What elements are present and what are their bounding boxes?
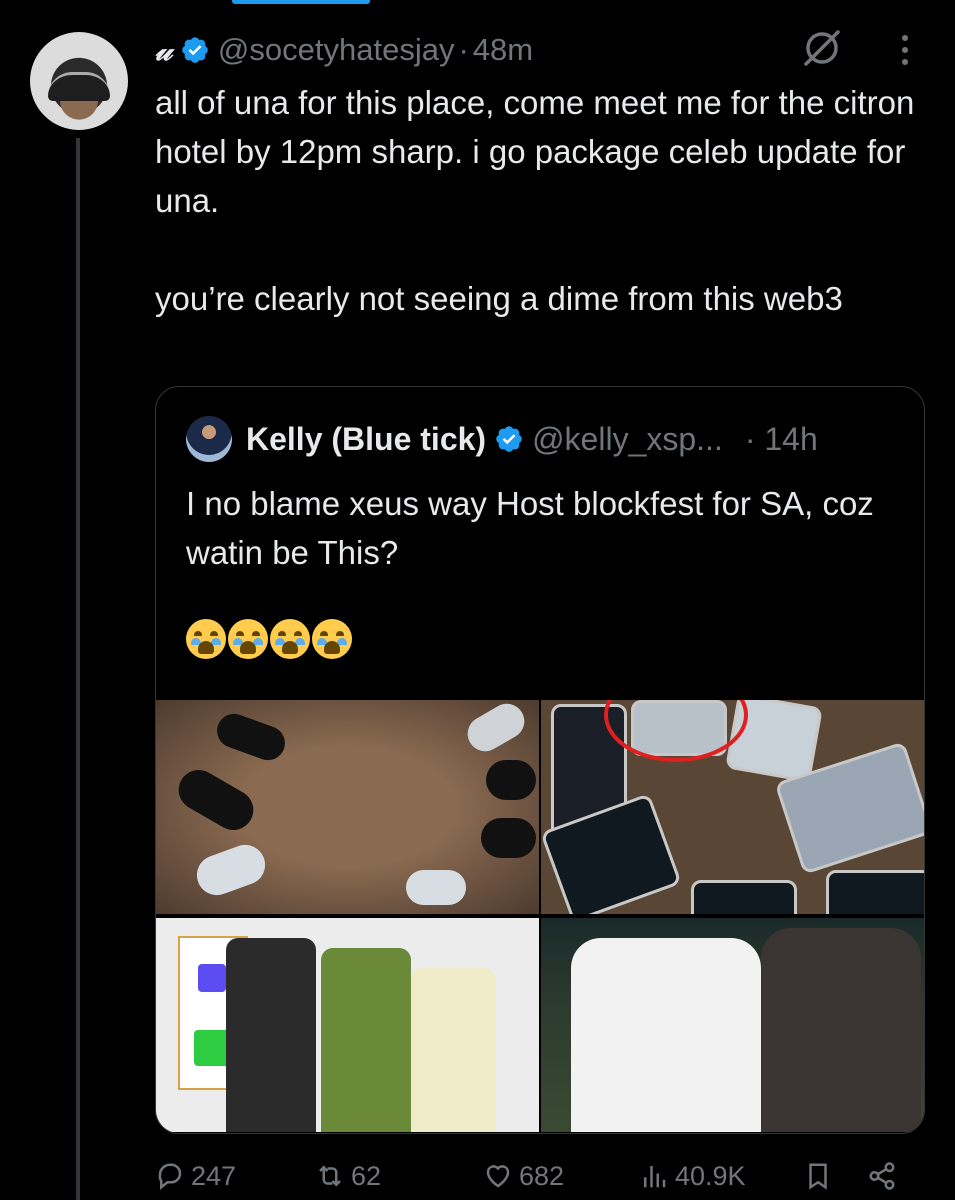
tweet-paragraph: you’re clearly not seeing a dime from th… (155, 280, 843, 317)
verified-badge-icon (496, 426, 522, 452)
share-button[interactable] (867, 1152, 903, 1200)
author-handle[interactable]: @socetyhatesjay (218, 32, 455, 68)
phone (691, 880, 797, 914)
view-count: 40.9K (675, 1160, 746, 1191)
quote-paragraph: I no blame xeus way Host blockfest for S… (186, 485, 874, 571)
active-tab-indicator (232, 0, 370, 4)
photo-three-men-sponsors[interactable] (156, 918, 539, 1132)
quote-time[interactable]: · 14h (745, 421, 818, 458)
verified-badge-icon (182, 37, 208, 63)
repost-button[interactable]: 62 (315, 1152, 381, 1200)
shoe (461, 700, 531, 758)
grok-icon[interactable] (800, 26, 844, 70)
person (226, 938, 316, 1132)
loudly-crying-emoji-icon (186, 619, 226, 659)
action-bar: 247 62 682 40.9K (155, 1152, 915, 1200)
crying-emoji-row (186, 619, 352, 659)
quote-header: Kelly (Blue tick) @kelly_xsp... · 14h (186, 415, 818, 463)
photo-phones[interactable] (541, 700, 924, 914)
media-grid (156, 700, 924, 1133)
shoe (212, 709, 290, 765)
shoe (486, 760, 536, 800)
quote-text: I no blame xeus way Host blockfest for S… (186, 479, 906, 577)
shoe (481, 818, 536, 858)
loudly-crying-emoji-icon (228, 619, 268, 659)
heart-icon (486, 1165, 510, 1188)
reply-count: 247 (191, 1160, 237, 1191)
quote-handle[interactable]: @kelly_xsp... (532, 421, 723, 458)
analytics-icon (644, 1166, 666, 1188)
reply-button[interactable]: 247 (155, 1152, 236, 1200)
share-icon (869, 1162, 895, 1190)
author-avatar[interactable] (30, 32, 128, 130)
quoted-tweet[interactable]: Kelly (Blue tick) @kelly_xsp... · 14h I … (155, 386, 925, 1134)
quote-avatar[interactable] (186, 416, 232, 462)
separator: · (458, 32, 469, 67)
tweet-header: 𝓊 @socetyhatesjay · 48m (155, 28, 533, 72)
avatar-cap (48, 72, 110, 101)
loudly-crying-emoji-icon (312, 619, 352, 659)
like-button[interactable]: 682 (483, 1152, 564, 1200)
photo-couple[interactable] (541, 918, 924, 1132)
shoe (191, 839, 271, 901)
bookmark-button[interactable] (803, 1152, 839, 1200)
more-options-icon[interactable] (893, 30, 917, 70)
person (761, 928, 921, 1132)
tweet-time[interactable]: 48m (473, 32, 533, 68)
like-count: 682 (519, 1160, 565, 1191)
photo-feet-circle[interactable] (156, 700, 539, 914)
phone (826, 870, 924, 914)
tweet-paragraph: all of una for this place, come meet me … (155, 84, 915, 219)
quote-display-name[interactable]: Kelly (Blue tick) (246, 421, 486, 458)
repost-icon (319, 1165, 341, 1187)
shoe (171, 762, 261, 838)
red-circle-annotation (604, 700, 748, 762)
views-button[interactable]: 40.9K (639, 1152, 746, 1200)
loudly-crying-emoji-icon (270, 619, 310, 659)
tweet-text: all of una for this place, come meet me … (155, 78, 915, 323)
bookmark-icon (809, 1163, 827, 1190)
person (321, 948, 411, 1132)
person (571, 938, 761, 1132)
shoe (406, 870, 466, 905)
thread-line (76, 138, 80, 1200)
person (411, 968, 496, 1132)
reply-icon (158, 1163, 182, 1190)
repost-count: 62 (351, 1160, 382, 1191)
display-name[interactable]: 𝓊 (155, 33, 172, 68)
